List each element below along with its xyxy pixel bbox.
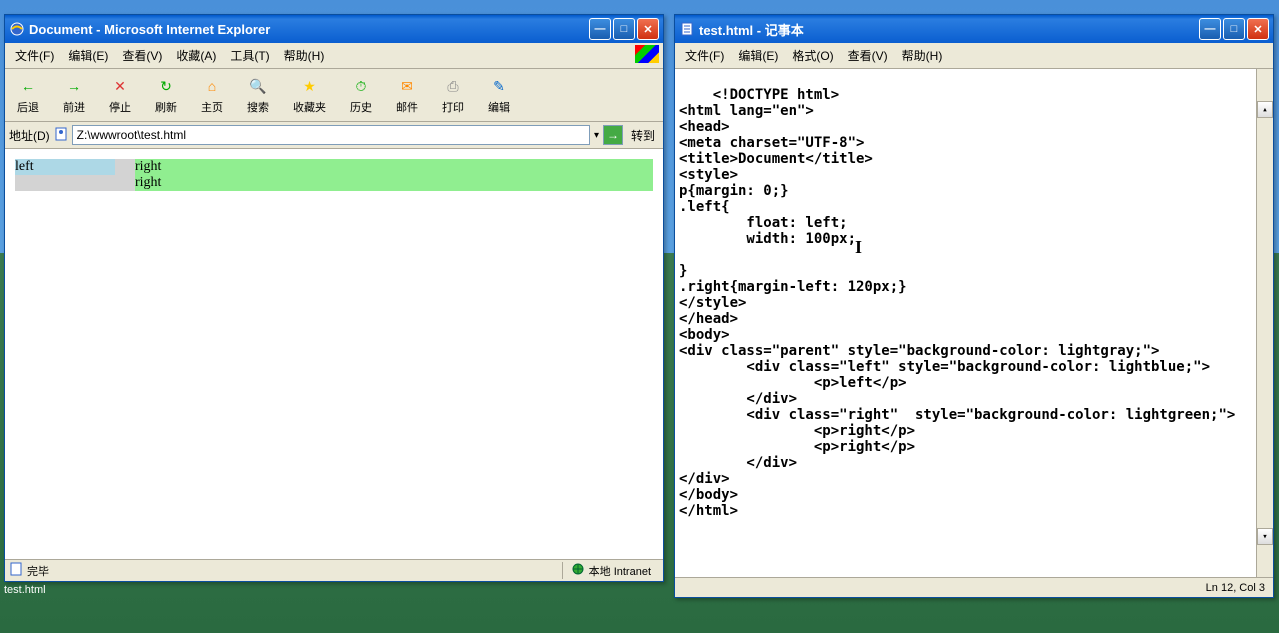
ie-statusbar: 完毕 本地 Intranet <box>5 559 663 581</box>
globe-icon <box>571 562 585 579</box>
dropdown-icon[interactable]: ▾ <box>594 130 599 141</box>
go-label: 转到 <box>627 127 659 144</box>
rendered-left-div: left <box>15 159 115 175</box>
toolbar-label: 停止 <box>109 99 131 115</box>
ie-title: Document - Microsoft Internet Explorer <box>29 22 589 37</box>
ie-status-icon <box>9 562 23 579</box>
scroll-down-icon[interactable]: ▾ <box>1257 528 1273 545</box>
maximize-button[interactable]: □ <box>1223 18 1245 40</box>
status-done: 完毕 <box>27 563 49 579</box>
vertical-scrollbar[interactable]: ▴ ▾ <box>1256 69 1273 577</box>
toolbar-button-6[interactable]: ★ 收藏夹 <box>285 73 334 117</box>
toolbar-icon: ← <box>17 75 39 97</box>
menu-edit[interactable]: 编辑(E) <box>62 45 114 66</box>
minimize-button[interactable]: — <box>1199 18 1221 40</box>
notepad-text-area[interactable]: <!DOCTYPE html> <html lang="en"> <head> … <box>675 69 1273 577</box>
toolbar-icon: ↻ <box>155 75 177 97</box>
page-icon <box>54 127 68 144</box>
rendered-parent-div: left right right <box>15 159 653 191</box>
notepad-icon <box>679 21 695 37</box>
notepad-window-controls: — □ ✕ <box>1199 18 1269 40</box>
windows-logo-icon <box>635 45 659 63</box>
notepad-title: test.html - 记事本 <box>699 20 1199 39</box>
notepad-text: <!DOCTYPE html> <html lang="en"> <head> … <box>679 87 1235 519</box>
toolbar-button-0[interactable]: ← 后退 <box>9 73 47 117</box>
close-button[interactable]: ✕ <box>1247 18 1269 40</box>
address-label: 地址(D) <box>9 127 50 144</box>
right-text-1: right <box>135 159 653 175</box>
ie-content-area: left right right <box>5 149 663 559</box>
toolbar-button-8[interactable]: ✉ 邮件 <box>388 73 426 117</box>
toolbar-icon: ⎙ <box>442 75 464 97</box>
toolbar-button-4[interactable]: ⌂ 主页 <box>193 73 231 117</box>
toolbar-label: 搜索 <box>247 99 269 115</box>
ie-titlebar[interactable]: Document - Microsoft Internet Explorer —… <box>5 15 663 43</box>
toolbar-label: 历史 <box>350 99 372 115</box>
scroll-up-icon[interactable]: ▴ <box>1257 101 1273 118</box>
toolbar-button-3[interactable]: ↻ 刷新 <box>147 73 185 117</box>
toolbar-icon: ✉ <box>396 75 418 97</box>
toolbar-icon: ✎ <box>488 75 510 97</box>
toolbar-label: 打印 <box>442 99 464 115</box>
toolbar-label: 编辑 <box>488 99 510 115</box>
toolbar-button-2[interactable]: ✕ 停止 <box>101 73 139 117</box>
notepad-titlebar[interactable]: test.html - 记事本 — □ ✕ <box>675 15 1273 43</box>
toolbar-button-10[interactable]: ✎ 编辑 <box>480 73 518 117</box>
notepad-window: test.html - 记事本 — □ ✕ 文件(F) 编辑(E) 格式(O) … <box>674 14 1274 598</box>
ie-address-bar: 地址(D) ▾ → 转到 <box>5 122 663 149</box>
notepad-statusbar: Ln 12, Col 3 <box>675 577 1273 597</box>
address-input[interactable] <box>72 125 590 145</box>
toolbar-label: 收藏夹 <box>293 99 326 115</box>
toolbar-button-1[interactable]: → 前进 <box>55 73 93 117</box>
toolbar-label: 后退 <box>17 99 39 115</box>
taskbar-filename: test.html <box>0 582 50 598</box>
toolbar-button-5[interactable]: 🔍 搜索 <box>239 73 277 117</box>
menu-file[interactable]: 文件(F) <box>679 45 730 66</box>
close-button[interactable]: ✕ <box>637 18 659 40</box>
menu-help[interactable]: 帮助(H) <box>896 45 949 66</box>
ie-toolbar: ← 后退 → 前进 ✕ 停止 ↻ 刷新 ⌂ 主页 🔍 搜索 ★ 收藏夹 ⏱ 历史 ✉ 邮件 ⎙ 打印 ✎ 编辑 <box>5 69 663 122</box>
toolbar-icon: ⏱ <box>350 75 372 97</box>
toolbar-button-7[interactable]: ⏱ 历史 <box>342 73 380 117</box>
zone-text: 本地 Intranet <box>589 563 651 579</box>
menu-edit[interactable]: 编辑(E) <box>732 45 784 66</box>
left-text: left <box>15 159 115 175</box>
ie-menubar: 文件(F) 编辑(E) 查看(V) 收藏(A) 工具(T) 帮助(H) <box>5 43 663 69</box>
go-button[interactable]: → <box>603 125 623 145</box>
minimize-button[interactable]: — <box>589 18 611 40</box>
toolbar-label: 刷新 <box>155 99 177 115</box>
menu-format[interactable]: 格式(O) <box>786 45 839 66</box>
menu-tools[interactable]: 工具(T) <box>224 45 275 66</box>
right-text-2: right <box>135 175 653 191</box>
toolbar-icon: 🔍 <box>247 75 269 97</box>
menu-help[interactable]: 帮助(H) <box>278 45 331 66</box>
text-cursor-icon: I <box>855 237 862 258</box>
menu-view[interactable]: 查看(V) <box>842 45 894 66</box>
notepad-menubar: 文件(F) 编辑(E) 格式(O) 查看(V) 帮助(H) <box>675 43 1273 69</box>
menu-file[interactable]: 文件(F) <box>9 45 60 66</box>
zone-indicator: 本地 Intranet <box>562 562 659 579</box>
ie-icon <box>9 21 25 37</box>
ie-window: Document - Microsoft Internet Explorer —… <box>4 14 664 582</box>
menu-view[interactable]: 查看(V) <box>116 45 168 66</box>
ie-window-controls: — □ ✕ <box>589 18 659 40</box>
maximize-button[interactable]: □ <box>613 18 635 40</box>
toolbar-label: 前进 <box>63 99 85 115</box>
toolbar-button-9[interactable]: ⎙ 打印 <box>434 73 472 117</box>
menu-favorites[interactable]: 收藏(A) <box>170 45 222 66</box>
toolbar-icon: ⌂ <box>201 75 223 97</box>
toolbar-icon: ✕ <box>109 75 131 97</box>
cursor-position: Ln 12, Col 3 <box>1206 582 1265 594</box>
toolbar-icon: ★ <box>299 75 321 97</box>
toolbar-label: 邮件 <box>396 99 418 115</box>
toolbar-label: 主页 <box>201 99 223 115</box>
toolbar-icon: → <box>63 75 85 97</box>
rendered-right-div: right right <box>135 159 653 191</box>
